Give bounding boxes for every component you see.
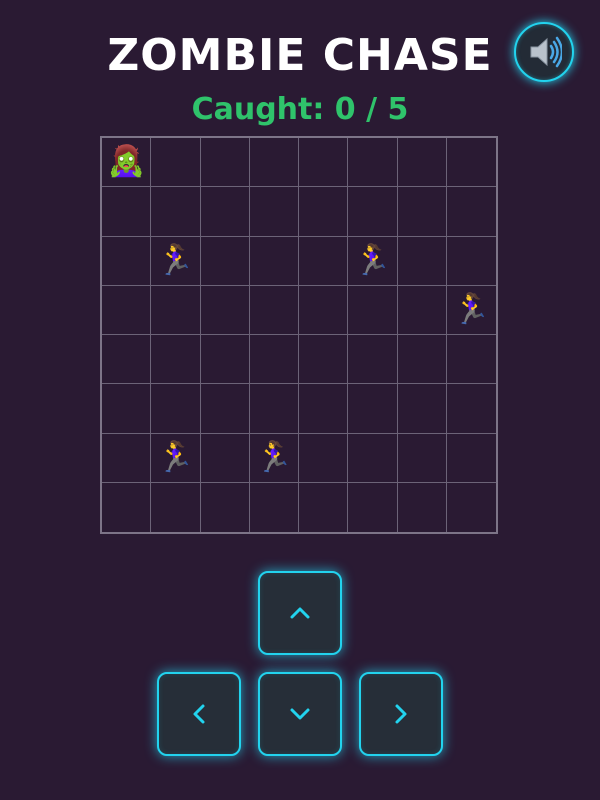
board-cell xyxy=(151,138,201,188)
board-cell: 🏃‍♀️ xyxy=(151,236,201,286)
board-cell xyxy=(151,187,201,237)
board-cell xyxy=(348,482,398,532)
board-cell xyxy=(397,285,447,335)
board-cell xyxy=(151,384,201,434)
move-left-button[interactable] xyxy=(157,672,241,756)
move-down-button[interactable] xyxy=(258,672,342,756)
running-woman-icon: 🏃‍♀️ xyxy=(156,242,195,278)
board-cell xyxy=(200,384,250,434)
board-cell: 🏃‍♀️ xyxy=(348,236,398,286)
running-woman-icon: 🏃‍♀️ xyxy=(255,439,293,475)
chevron-up-icon xyxy=(290,607,310,619)
board-cell: 🧟‍♀️ xyxy=(102,138,152,188)
board-cell xyxy=(299,236,349,286)
board-cell xyxy=(446,384,496,434)
board-cell xyxy=(249,384,299,434)
board-cell xyxy=(348,285,398,335)
board-cell xyxy=(446,138,496,188)
board-cell xyxy=(348,384,398,434)
running-woman-icon: 🏃‍♀️ xyxy=(156,439,195,475)
game-board: 🧟‍♀️ 🏃‍♀️ 🏃‍♀️ 🏃‍♀️ 🏃‍♀️ 🏃‍♀️ xyxy=(100,136,498,534)
chevron-right-icon xyxy=(395,704,407,724)
running-woman-icon: 🏃‍♀️ xyxy=(353,242,392,278)
board-cell xyxy=(398,482,447,532)
board-cell xyxy=(446,335,496,385)
board-cell xyxy=(348,433,398,483)
board-cell xyxy=(102,433,152,483)
board-cell xyxy=(397,433,447,483)
board-cell xyxy=(102,187,152,237)
board-cell xyxy=(397,335,447,385)
board-cell xyxy=(446,237,496,286)
board-cell xyxy=(249,335,299,385)
game-screen: ZOMBIE CHASE Caught: 0 / 5 🧟‍♀️ 🏃‍♀️ 🏃‍♀️ 🏃… xyxy=(0,0,600,800)
board-cell xyxy=(200,335,250,385)
board-cell xyxy=(299,187,349,237)
board-cell xyxy=(348,138,398,188)
board-cell xyxy=(446,434,496,483)
board-cell xyxy=(102,285,152,335)
board-cell xyxy=(299,285,349,335)
board-cell xyxy=(299,384,349,434)
board-cell xyxy=(249,138,299,188)
board-cell xyxy=(397,187,447,237)
board-cell xyxy=(200,138,250,188)
move-up-button[interactable] xyxy=(258,571,342,655)
chevron-down-icon xyxy=(290,708,310,720)
board-cell xyxy=(201,482,250,532)
sound-toggle-button[interactable] xyxy=(514,22,574,82)
zombie-icon: 🧟‍♀️ xyxy=(107,144,145,180)
board-cell xyxy=(151,335,201,385)
board-cell xyxy=(249,236,299,286)
board-cell xyxy=(102,335,152,385)
board-cell xyxy=(200,187,250,237)
board-cell xyxy=(102,482,152,532)
board-cell xyxy=(200,433,250,483)
board-cell xyxy=(249,187,299,237)
board-cell xyxy=(397,384,447,434)
board-cell xyxy=(200,285,250,335)
board-cell xyxy=(348,187,398,237)
board-cell xyxy=(299,482,349,532)
board-cell xyxy=(447,483,496,532)
board-cell: 🏃‍♀️ xyxy=(446,286,496,335)
board-cell xyxy=(348,335,398,385)
board-cell xyxy=(151,285,201,335)
board-cell: 🏃‍♀️ xyxy=(249,433,299,483)
board-cell xyxy=(200,236,250,286)
board-cell xyxy=(299,433,349,483)
speaker-icon xyxy=(530,36,562,68)
board-cell xyxy=(151,482,201,532)
game-title: ZOMBIE CHASE xyxy=(107,30,493,81)
running-woman-icon: 🏃‍♀️ xyxy=(452,291,491,327)
board-cell xyxy=(397,236,447,286)
board-cell xyxy=(299,138,349,188)
move-right-button[interactable] xyxy=(359,672,443,756)
board-cell xyxy=(397,138,447,188)
caught-counter: Caught: 0 / 5 xyxy=(191,92,409,127)
board-cell xyxy=(249,285,299,335)
board-cell xyxy=(446,187,496,237)
board-cell xyxy=(299,335,349,385)
board-cell xyxy=(102,384,152,434)
chevron-left-icon xyxy=(193,704,205,724)
board-cell xyxy=(250,482,299,532)
board-cell: 🏃‍♀️ xyxy=(151,433,201,483)
board-cell xyxy=(102,236,152,286)
